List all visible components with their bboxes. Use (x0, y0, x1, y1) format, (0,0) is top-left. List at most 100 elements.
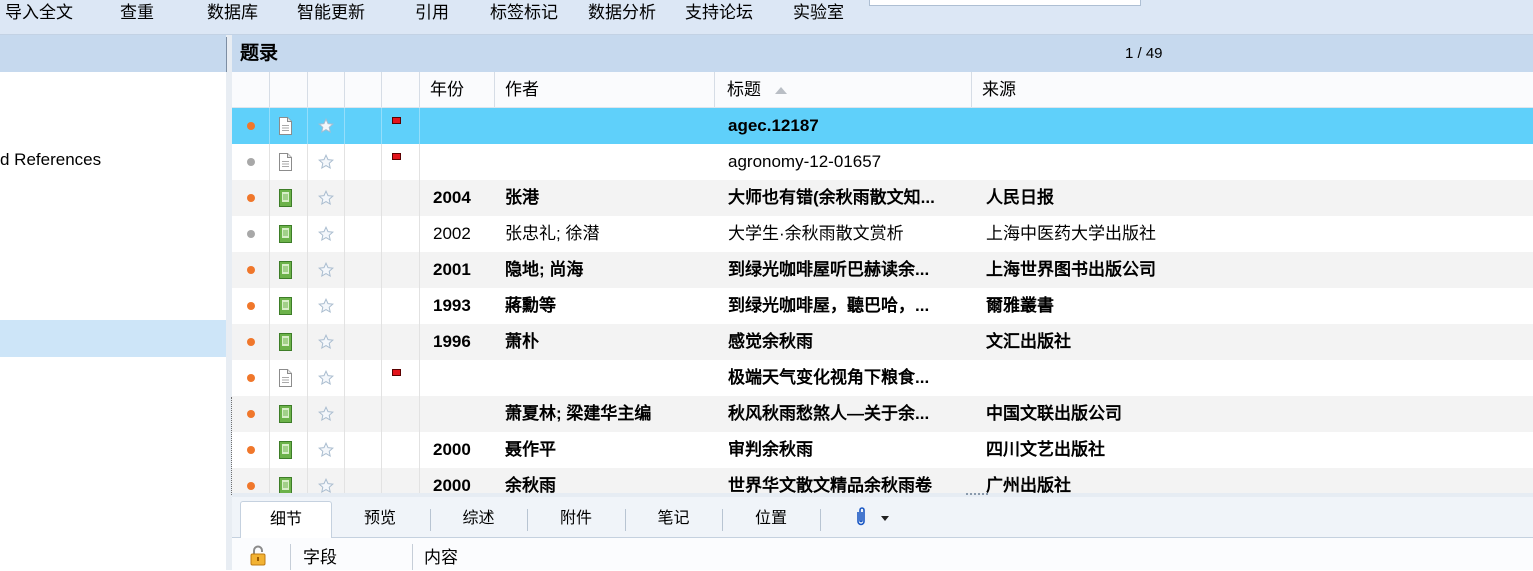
tab-attachments[interactable]: 附件 (529, 501, 623, 538)
toolbar-import-fulltext-button[interactable]: 导入全文 (5, 2, 73, 24)
column-header-blank[interactable] (345, 72, 382, 107)
fields-separator (290, 544, 291, 570)
star-icon[interactable] (318, 369, 334, 386)
toolbar-support-forum-button[interactable]: 支持论坛 (685, 2, 753, 24)
star-icon[interactable] (318, 333, 334, 350)
column-header-year[interactable]: 年份 (420, 72, 495, 107)
column-header-read-status[interactable] (232, 72, 270, 107)
title-cell: 大学生·余秋雨散文赏析 (728, 224, 904, 243)
toolbar-dedupe-button[interactable]: 查重 (120, 2, 154, 24)
reference-row[interactable]: agec.12187 (232, 108, 1533, 144)
blank-cell (345, 432, 382, 468)
tab-separator (527, 509, 528, 531)
references-panel: 题录 1 / 49 年份 作者 标题 来源 agec.12187 agronomy… (232, 35, 1533, 493)
toolbar-lab-button[interactable]: 实验室 (793, 2, 844, 24)
document-icon (278, 117, 293, 135)
references-header-bar: 题录 1 / 49 (232, 35, 1533, 72)
field-column-header[interactable]: 字段 (303, 546, 337, 570)
reference-row[interactable]: agronomy-12-01657 (232, 144, 1533, 180)
reference-row[interactable]: 萧夏林; 梁建华主编 秋风秋雨愁煞人—关于余... 中国文联出版公司 (232, 396, 1533, 432)
read-status-dot-icon[interactable] (247, 158, 255, 166)
star-icon[interactable] (318, 189, 334, 206)
read-status-dot-icon[interactable] (247, 374, 255, 382)
column-header-star[interactable] (308, 72, 345, 107)
column-header-author[interactable]: 作者 (495, 72, 715, 107)
blank-cell (345, 396, 382, 432)
column-header-source[interactable]: 来源 (972, 72, 1533, 107)
book-icon (278, 477, 293, 493)
tab-summary[interactable]: 综述 (432, 501, 525, 538)
year-cell (420, 144, 495, 180)
source-cell: 四川文艺出版社 (986, 440, 1105, 459)
star-cell (308, 468, 345, 493)
search-input[interactable] (869, 0, 1141, 6)
reference-row[interactable]: 2002 张忠礼; 徐潜 大学生·余秋雨散文赏析 上海中医药大学出版社 (232, 216, 1533, 252)
read-status-cell (232, 432, 270, 468)
column-header-title-label: 标题 (727, 80, 761, 99)
tree-item-selected[interactable] (0, 320, 226, 357)
read-status-dot-icon[interactable] (247, 338, 255, 346)
tab-notes[interactable]: 笔记 (627, 501, 720, 538)
lock-icon[interactable] (249, 544, 267, 566)
read-status-dot-icon[interactable] (247, 266, 255, 274)
read-status-cell (232, 288, 270, 324)
tree-item-references[interactable]: d References (0, 142, 226, 178)
reference-row[interactable]: 2000 余秋雨 世界华文散文精品余秋雨卷 广州出版社 (232, 468, 1533, 493)
blank-cell (345, 108, 382, 144)
toolbar-tag-mark-button[interactable]: 标签标记 (490, 2, 558, 24)
author-cell (495, 108, 715, 144)
tab-details[interactable]: 细节 (240, 501, 332, 538)
star-icon[interactable] (318, 225, 334, 242)
splitter-grip-icon[interactable] (966, 493, 988, 496)
tab-location[interactable]: 位置 (724, 501, 818, 538)
reference-row[interactable]: 1996 萧朴 感觉余秋雨 文汇出版社 (232, 324, 1533, 360)
source-cell: 人民日报 (986, 188, 1054, 207)
title-cell: 感觉余秋雨 (728, 332, 813, 351)
toolbar-database-button[interactable]: 数据库 (207, 2, 258, 24)
tab-separator (430, 509, 431, 531)
star-icon[interactable] (318, 477, 334, 493)
read-status-cell (232, 324, 270, 360)
reference-row[interactable]: 2000 聂作平 审判余秋雨 四川文艺出版社 (232, 432, 1533, 468)
tab-preview[interactable]: 预览 (332, 501, 428, 538)
read-status-dot-icon[interactable] (247, 230, 255, 238)
star-cell (308, 288, 345, 324)
flag-cell (382, 108, 420, 144)
type-cell (270, 216, 308, 252)
star-icon[interactable] (318, 117, 334, 134)
column-header-type[interactable] (270, 72, 308, 107)
detail-tab-strip: 细节 预览 综述 附件 笔记 位置 (232, 497, 1533, 538)
column-header-flag[interactable] (382, 72, 420, 107)
chevron-down-icon[interactable] (881, 516, 889, 521)
source-cell (972, 108, 1533, 144)
star-icon[interactable] (318, 441, 334, 458)
star-icon[interactable] (318, 297, 334, 314)
read-status-cell (232, 396, 270, 432)
read-status-dot-icon[interactable] (247, 446, 255, 454)
toolbar-cite-button[interactable]: 引用 (415, 2, 449, 24)
reference-row[interactable]: 极端天气变化视角下粮食... (232, 360, 1533, 396)
star-icon[interactable] (318, 153, 334, 170)
read-status-dot-icon[interactable] (247, 122, 255, 130)
read-status-dot-icon[interactable] (247, 194, 255, 202)
reference-row[interactable]: 1993 蔣勳等 到绿光咖啡屋，聽巴哈，... 爾雅叢書 (232, 288, 1533, 324)
paperclip-icon[interactable] (855, 506, 867, 527)
read-status-dot-icon[interactable] (247, 410, 255, 418)
read-status-dot-icon[interactable] (247, 482, 255, 490)
reference-row[interactable]: 2001 隐地; 尚海 到绿光咖啡屋听巴赫读余... 上海世界图书出版公司 (232, 252, 1533, 288)
sort-ascending-icon (775, 87, 787, 94)
flag-cell (382, 288, 420, 324)
toolbar-data-analysis-button[interactable]: 数据分析 (588, 2, 656, 24)
author-cell: 张忠礼; 徐潜 (505, 224, 600, 243)
column-header-title[interactable]: 标题 (715, 72, 972, 107)
flag-cell (382, 468, 420, 493)
toolbar-smart-update-button[interactable]: 智能更新 (297, 2, 365, 24)
title-cell: 世界华文散文精品余秋雨卷 (728, 476, 932, 493)
year-cell (420, 108, 495, 144)
read-status-dot-icon[interactable] (247, 302, 255, 310)
reference-row[interactable]: 2004 张港 大师也有错(余秋雨散文知... 人民日报 (232, 180, 1533, 216)
author-cell: 张港 (505, 188, 539, 207)
star-icon[interactable] (318, 261, 334, 278)
content-column-header[interactable]: 内容 (424, 546, 458, 570)
star-icon[interactable] (318, 405, 334, 422)
